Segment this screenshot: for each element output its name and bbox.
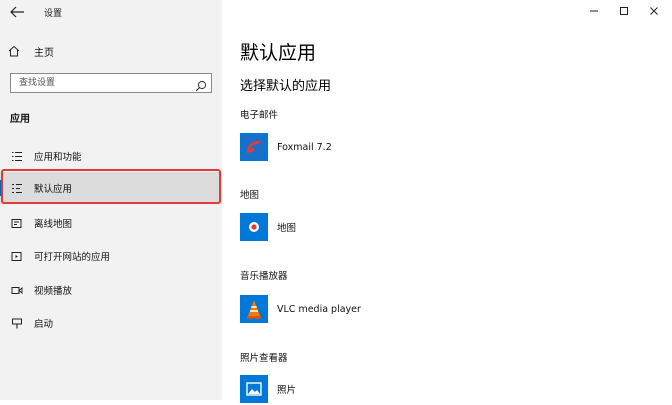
category-label-maps: 地图 — [240, 190, 260, 201]
photos-icon — [240, 375, 268, 403]
vlc-icon — [240, 295, 268, 323]
category-label-music: 音乐播放器 — [240, 271, 288, 282]
default-app-email[interactable]: Foxmail 7.2 — [240, 131, 332, 163]
home-nav-item[interactable]: 主页 — [8, 43, 54, 59]
app-name: 照片 — [277, 385, 297, 396]
selection-indicator — [0, 180, 3, 196]
maximize-icon[interactable] — [610, 0, 638, 22]
map-icon — [10, 217, 24, 229]
search-box[interactable] — [10, 73, 212, 93]
sidebar-item-default-apps[interactable]: 默认应用 — [0, 172, 222, 204]
foxmail-icon — [240, 133, 268, 161]
default-app-maps[interactable]: 地图 — [240, 211, 296, 243]
default-apps-icon — [10, 182, 24, 194]
sidebar-item-label: 视频播放 — [34, 286, 73, 297]
sidebar-item-startup[interactable]: 启动 — [0, 307, 222, 339]
sidebar-item-video-playback[interactable]: 视频播放 — [0, 274, 222, 306]
window-title: 设置 — [44, 9, 63, 19]
close-icon[interactable] — [640, 0, 668, 22]
page-subtitle: 选择默认的应用 — [240, 79, 332, 94]
sidebar-item-label: 默认应用 — [34, 184, 73, 195]
category-label-email: 电子邮件 — [240, 110, 279, 121]
back-arrow-icon[interactable] — [8, 4, 26, 20]
sidebar-item-apps-for-websites[interactable]: 可打开网站的应用 — [0, 240, 222, 272]
home-icon — [8, 42, 20, 61]
web-apps-icon — [10, 250, 24, 262]
main-content: 默认应用 选择默认的应用 电子邮件 Foxmail 7.2 地图 地图 音乐播放… — [222, 0, 672, 403]
sidebar-item-label: 启动 — [34, 319, 54, 330]
search-icon[interactable] — [195, 77, 207, 92]
page-title: 默认应用 — [240, 42, 317, 64]
default-app-music[interactable]: VLC media player — [240, 293, 361, 325]
minimize-icon[interactable] — [580, 0, 608, 22]
app-name: VLC media player — [277, 303, 361, 315]
sidebar-item-label: 离线地图 — [34, 219, 73, 230]
app-name: 地图 — [277, 223, 297, 234]
sidebar-item-label: 应用和功能 — [34, 152, 82, 163]
category-label-photos: 照片查看器 — [240, 353, 288, 364]
sidebar-item-apps-features[interactable]: 应用和功能 — [0, 140, 222, 172]
startup-icon — [10, 317, 24, 329]
maps-app-icon — [240, 213, 268, 241]
sidebar-item-offline-maps[interactable]: 离线地图 — [0, 207, 222, 239]
section-heading: 应用 — [10, 114, 30, 125]
sidebar-item-label: 可打开网站的应用 — [34, 252, 111, 263]
search-input[interactable] — [19, 77, 189, 89]
home-label: 主页 — [34, 47, 54, 59]
app-name: Foxmail 7.2 — [277, 141, 332, 153]
video-icon — [10, 284, 24, 296]
default-app-photos[interactable]: 照片 — [240, 373, 296, 405]
list-icon — [10, 150, 24, 162]
sidebar: 设置 主页 应用 应用和功能 默认应用 离线地图 可 — [0, 0, 222, 400]
